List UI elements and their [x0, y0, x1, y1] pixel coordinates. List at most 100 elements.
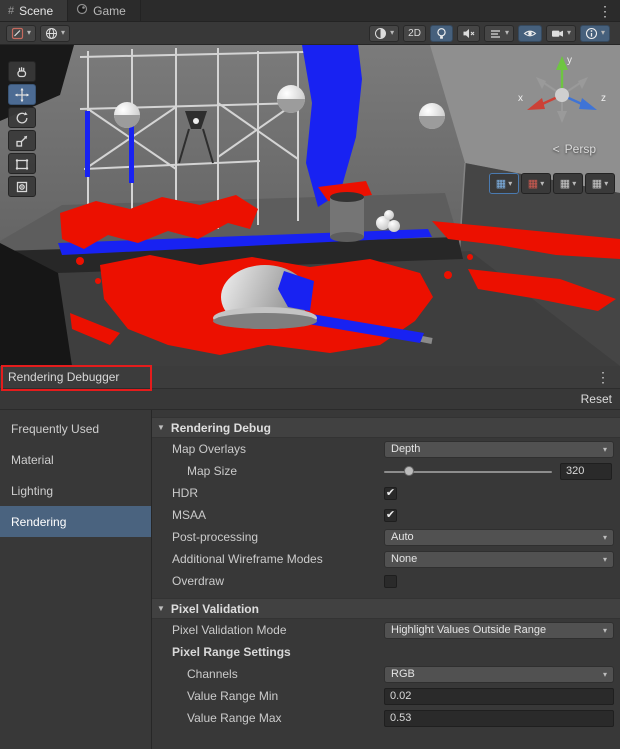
- z-axis-cone: [579, 98, 597, 110]
- move-icon: [14, 87, 30, 103]
- post-processing-dropdown[interactable]: Auto ▾: [384, 529, 614, 546]
- gizmo-center: [555, 88, 569, 102]
- transform-tool-button[interactable]: [8, 176, 36, 197]
- 2d-toggle-button[interactable]: 2D: [403, 25, 426, 42]
- scene-visibility-toggle[interactable]: [518, 25, 542, 42]
- effects-icon: [489, 27, 502, 40]
- tab-game-label: Game: [93, 4, 126, 18]
- debugger-menu-button[interactable]: ⋮: [594, 369, 612, 386]
- dropdown-arrow-icon: ▾: [572, 180, 576, 188]
- dropdown-arrow-icon: ▾: [27, 29, 31, 37]
- value-range-max-field[interactable]: 0.53: [384, 710, 614, 727]
- dropdown-arrow-icon: ▾: [599, 670, 607, 679]
- msaa-checkbox[interactable]: ✔: [384, 509, 397, 522]
- dropdown-arrow-icon: ▾: [601, 29, 605, 37]
- hdr-checkbox[interactable]: ✔: [384, 487, 397, 500]
- scene-view-toolbar: ▾ ▾ ▾ 2D ▾: [0, 22, 620, 45]
- tabbar-menu-button[interactable]: ⋮: [592, 0, 618, 22]
- scene-viewport[interactable]: y x z < Persp ▦ ▾ ▦ ▾ ▦ ▾ ▦ ▾: [0, 45, 620, 366]
- pixel-validation-mode-value: Highlight Values Outside Range: [391, 624, 546, 636]
- projection-toggle[interactable]: < Persp: [553, 142, 596, 156]
- scale-tool-button[interactable]: [8, 130, 36, 151]
- debugger-sidebar: Frequently Used Material Lighting Render…: [0, 410, 152, 749]
- channels-dropdown[interactable]: RGB ▾: [384, 666, 614, 683]
- shading-mode-dropdown[interactable]: ▾: [6, 25, 36, 42]
- rotate-icon: [14, 110, 30, 126]
- tab-scene[interactable]: # Scene: [0, 0, 68, 21]
- scene-lighting-toggle[interactable]: [430, 25, 453, 42]
- tab-game[interactable]: Game: [68, 0, 141, 21]
- map-overlays-dropdown[interactable]: Depth ▾: [384, 441, 614, 458]
- 2d-label: 2D: [408, 28, 421, 39]
- map-size-field[interactable]: 320: [560, 463, 612, 480]
- render-mode-dropdown[interactable]: ▾: [369, 25, 399, 42]
- dropdown-arrow-icon: ▾: [599, 533, 607, 542]
- grid-overlay-dropdown-2[interactable]: ▦ ▾: [521, 173, 551, 194]
- overdraw-checkbox[interactable]: ✔: [384, 575, 397, 588]
- axis-y-label: y: [567, 55, 572, 66]
- foldout-arrow-icon: ▼: [157, 604, 165, 613]
- slider-thumb[interactable]: [404, 466, 414, 476]
- grid-overlay-dropdown-1[interactable]: ▦ ▾: [489, 173, 519, 194]
- value-range-min-label: Value Range Min: [172, 689, 384, 703]
- rendering-debug-title: Rendering Debug: [171, 421, 271, 435]
- row-overdraw: Overdraw ✔: [152, 570, 620, 592]
- half-sphere-icon: [374, 27, 387, 40]
- row-value-range-max: Value Range Max 0.53: [152, 707, 620, 729]
- row-post-processing: Post-processing Auto ▾: [152, 526, 620, 548]
- sidebar-item-lighting[interactable]: Lighting: [0, 475, 151, 506]
- rotate-tool-button[interactable]: [8, 107, 36, 128]
- rendering-debug-foldout[interactable]: ▼ Rendering Debug: [152, 417, 620, 438]
- sidebar-item-frequently-used[interactable]: Frequently Used: [0, 413, 151, 444]
- effects-dropdown[interactable]: ▾: [484, 25, 514, 42]
- dropdown-arrow-icon: ▾: [508, 180, 512, 188]
- value-range-max-label: Value Range Max: [172, 711, 384, 725]
- dropdown-arrow-icon: ▾: [567, 29, 571, 37]
- axis-z-label: z: [601, 93, 606, 104]
- grid-overlay-dropdown-4[interactable]: ▦ ▾: [585, 173, 615, 194]
- map-overlays-label: Map Overlays: [172, 442, 384, 456]
- post-processing-value: Auto: [391, 531, 414, 543]
- axis-x-label: x: [518, 93, 523, 104]
- rect-tool-button[interactable]: [8, 153, 36, 174]
- dropdown-arrow-icon: ▾: [540, 180, 544, 188]
- grid-overlay-dropdown-3[interactable]: ▦ ▾: [553, 173, 583, 194]
- orientation-gizmo[interactable]: y x z: [514, 51, 610, 143]
- sidebar-item-rendering[interactable]: Rendering: [0, 506, 151, 537]
- move-tool-button[interactable]: [8, 84, 36, 105]
- additional-wireframe-modes-value: None: [391, 553, 417, 565]
- audio-mute-toggle[interactable]: [457, 25, 480, 42]
- dropdown-arrow-icon: ▾: [61, 29, 65, 37]
- gizmos-info-dropdown[interactable]: ▾: [580, 25, 610, 42]
- debugger-content: ▼ Rendering Debug Map Overlays Depth ▾ M…: [152, 410, 620, 749]
- camera-icon: [551, 27, 564, 40]
- sidebar-item-material[interactable]: Material: [0, 444, 151, 475]
- additional-wireframe-modes-dropdown[interactable]: None ▾: [384, 551, 614, 568]
- value-range-min-field[interactable]: 0.02: [384, 688, 614, 705]
- row-additional-wireframe-modes: Additional Wireframe Modes None ▾: [152, 548, 620, 570]
- pixel-validation-mode-dropdown[interactable]: Highlight Values Outside Range ▾: [384, 622, 614, 639]
- light-bulb-icon: [435, 27, 448, 40]
- scene-grid-icon: #: [8, 5, 14, 17]
- grid-icon: ▦: [496, 177, 506, 190]
- map-size-slider[interactable]: [384, 463, 552, 480]
- camera-settings-dropdown[interactable]: ▾: [546, 25, 576, 42]
- dropdown-arrow-icon: ▾: [604, 180, 608, 188]
- map-size-label: Map Size: [172, 464, 384, 478]
- reset-button[interactable]: Reset: [581, 392, 612, 406]
- scale-icon: [14, 133, 30, 149]
- overdraw-label: Overdraw: [172, 574, 384, 588]
- shaded-mode-icon: [11, 27, 24, 40]
- additional-wireframe-modes-label: Additional Wireframe Modes: [172, 552, 384, 566]
- globe-icon: [45, 27, 58, 40]
- pixel-validation-foldout[interactable]: ▼ Pixel Validation: [152, 598, 620, 619]
- view-tool-button[interactable]: [8, 61, 36, 82]
- post-processing-label: Post-processing: [172, 530, 384, 544]
- game-tab-icon: [76, 3, 88, 18]
- toolbar-right-group: ▾ 2D ▾ ▾ ▾: [369, 25, 614, 42]
- dropdown-arrow-icon: ▾: [505, 29, 509, 37]
- pixel-validation-mode-label: Pixel Validation Mode: [172, 623, 384, 637]
- debug-view-dropdown[interactable]: ▾: [40, 25, 70, 42]
- dropdown-arrow-icon: ▾: [599, 445, 607, 454]
- rendering-debugger-title: Rendering Debugger: [8, 370, 119, 384]
